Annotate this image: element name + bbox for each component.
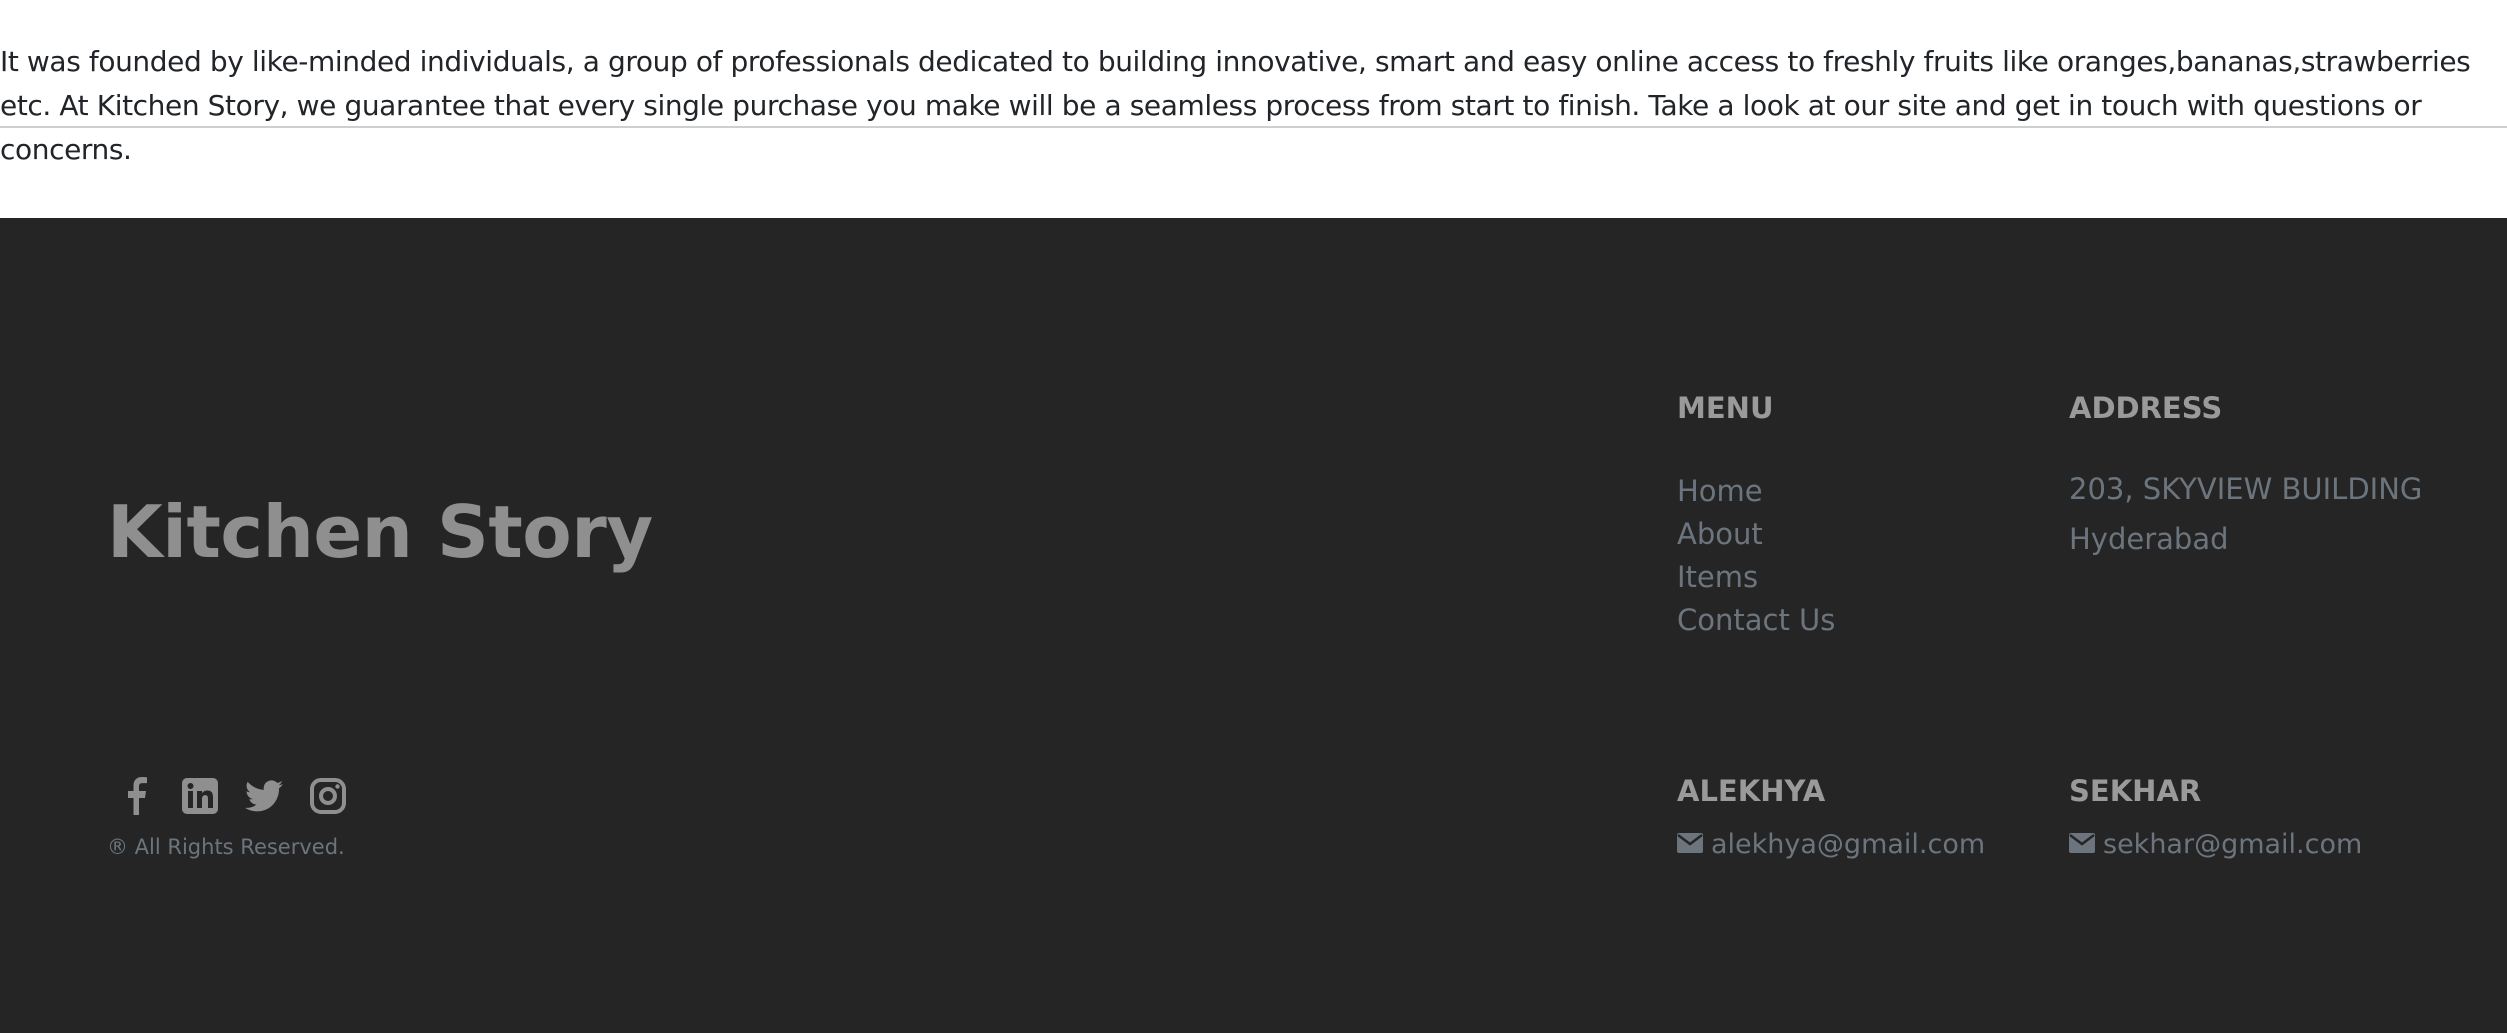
contact-name-sekhar: SEKHAR (2069, 774, 2202, 808)
email-text: sekhar@gmail.com (2103, 829, 2363, 860)
footer-menu: Home About Items Contact Us (1677, 470, 1835, 642)
linkedin-icon[interactable] (177, 773, 223, 819)
contact-name-alekhya: ALEKHYA (1677, 774, 1826, 808)
envelope-icon (1677, 829, 1703, 860)
menu-link-about[interactable]: About (1677, 513, 1835, 556)
social-links (113, 773, 351, 819)
footer-brand[interactable]: Kitchen Story (107, 490, 653, 574)
contact-email-sekhar[interactable]: sekhar@gmail.com (2069, 829, 2362, 860)
site-footer: Kitchen Story ® All Rights Reserved. MEN… (0, 218, 2507, 1033)
menu-link-items[interactable]: Items (1677, 556, 1835, 599)
menu-heading: MENU (1677, 391, 1774, 425)
section-divider (0, 126, 2507, 128)
address-heading: ADDRESS (2069, 391, 2223, 425)
email-text: alekhya@gmail.com (1711, 829, 1986, 860)
envelope-icon (2069, 829, 2095, 860)
instagram-icon[interactable] (305, 773, 351, 819)
menu-link-contact[interactable]: Contact Us (1677, 599, 1835, 642)
facebook-icon[interactable] (113, 773, 159, 819)
about-paragraph: It was founded by like-minded individual… (0, 45, 2471, 166)
address-line-1: 203, SKYVIEW BUILDING (2069, 472, 2423, 506)
address-line-2: Hyderabad (2069, 522, 2229, 556)
menu-link-home[interactable]: Home (1677, 470, 1835, 513)
contact-email-alekhya[interactable]: alekhya@gmail.com (1677, 829, 1985, 860)
twitter-icon[interactable] (241, 773, 287, 819)
copyright-text: ® All Rights Reserved. (107, 835, 345, 859)
